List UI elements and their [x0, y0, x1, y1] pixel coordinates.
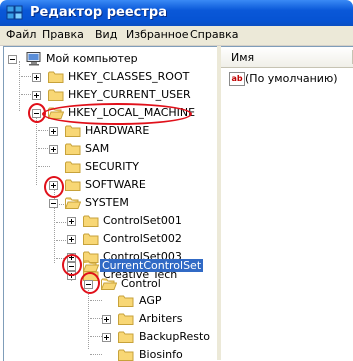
expand-icon[interactable] [67, 235, 76, 244]
highlight-circle [62, 254, 82, 276]
tree-node-label[interactable]: HARDWARE [83, 124, 151, 137]
tree-node-my-computer[interactable]: Мой компьютер [4, 51, 204, 67]
window-title: Редактор реестра [30, 5, 167, 20]
tree-node-hkey-classes-root[interactable]: HKEY_CLASSES_ROOT [4, 69, 204, 85]
tree-node-hkey-current-user[interactable]: HKEY_CURRENT_USER [4, 87, 204, 103]
folder-icon [48, 89, 64, 101]
column-header-label: Имя [231, 51, 255, 64]
expand-icon[interactable] [49, 145, 58, 154]
tree-node-label[interactable]: BackupResto [137, 330, 212, 343]
tree-node-label[interactable]: Control [119, 277, 163, 290]
menu-bar: Файл Правка Вид Избранное Справка [0, 26, 353, 46]
menu-view[interactable]: Вид [95, 28, 117, 41]
tree-node-label[interactable]: ControlSet002 [101, 232, 184, 245]
tree-node-hardware[interactable]: HARDWARE [4, 123, 204, 139]
menu-help[interactable]: Справка [190, 28, 238, 41]
expand-icon[interactable] [49, 127, 58, 136]
tree-node-agp[interactable]: AGP [4, 293, 204, 309]
highlight-circle [44, 176, 64, 198]
folder-icon [65, 143, 81, 155]
folder-icon [48, 71, 64, 83]
value-name[interactable]: (По умолчанию) [245, 72, 338, 85]
folder-icon [118, 313, 134, 325]
folder-icon [83, 233, 99, 245]
folder-open-icon [83, 260, 99, 272]
tree-node-controlset001[interactable]: ControlSet001 [4, 213, 204, 229]
string-value-icon: ab [229, 72, 245, 86]
tree-node-currentcontrolset[interactable]: CurrentControlSet [4, 258, 204, 274]
tree-node-label[interactable]: ControlSet001 [101, 214, 184, 227]
expand-icon[interactable] [32, 73, 41, 82]
tree-node-label[interactable]: HKEY_CLASSES_ROOT [66, 70, 191, 83]
tree-node-label[interactable]: Biosinfo [137, 348, 185, 361]
computer-icon [26, 52, 41, 66]
column-header-name[interactable]: Имя [221, 47, 353, 68]
expand-icon[interactable] [67, 217, 76, 226]
folder-icon [118, 331, 134, 343]
collapse-icon[interactable] [49, 199, 58, 208]
folder-icon [65, 161, 81, 173]
tree-node-arbiters[interactable]: Arbiters [4, 311, 204, 327]
tree-node-label[interactable]: HKEY_CURRENT_USER [66, 88, 193, 101]
registry-editor-icon [6, 5, 23, 20]
tree-node-control[interactable]: Control [4, 276, 204, 292]
tree-node-label[interactable]: AGP [137, 294, 164, 307]
collapse-icon[interactable] [8, 55, 17, 64]
tree-node-label[interactable]: SAM [83, 142, 111, 155]
tree-node-system[interactable]: SYSTEM [4, 195, 204, 211]
menu-favorites[interactable]: Избранное [126, 28, 188, 41]
folder-icon [118, 349, 134, 361]
folder-icon [65, 179, 81, 191]
folder-open-icon [65, 197, 81, 209]
title-bar: Редактор реестра [0, 0, 353, 26]
tree-node-backuprestore[interactable]: BackupResto [4, 329, 217, 345]
menu-edit[interactable]: Правка [42, 28, 84, 41]
folder-icon [118, 295, 134, 307]
tree-node-controlset002[interactable]: ControlSet002 [4, 231, 204, 247]
tree-node-security[interactable]: SECURITY [4, 159, 204, 175]
tree-node-label[interactable]: Мой компьютер [44, 52, 140, 65]
tree-node-label[interactable]: SECURITY [83, 160, 141, 173]
folder-open-icon [101, 278, 117, 290]
highlight-circle [28, 103, 46, 123]
tree-node-label[interactable]: Arbiters [137, 312, 184, 325]
tree-node-biosinfo[interactable]: Biosinfo [4, 347, 204, 361]
expand-icon[interactable] [102, 315, 111, 324]
highlight-oval [42, 103, 192, 125]
tree-node-label[interactable]: SOFTWARE [83, 178, 148, 191]
highlight-circle [80, 272, 100, 294]
tree-node-sam[interactable]: SAM [4, 141, 204, 157]
values-list[interactable]: Имя ab (По умолчанию) [221, 46, 353, 361]
registry-tree[interactable]: Мой компьютер HKEY_CLASSES_ROOT HKEY_CUR… [3, 46, 217, 361]
menu-file[interactable]: Файл [6, 28, 36, 41]
tree-node-software[interactable]: SOFTWARE [4, 177, 204, 193]
expand-icon[interactable] [32, 91, 41, 100]
tree-node-label-selected[interactable]: CurrentControlSet [100, 259, 204, 272]
folder-icon [83, 215, 99, 227]
expand-icon[interactable] [102, 333, 111, 342]
folder-icon [65, 125, 81, 137]
tree-node-label[interactable]: SYSTEM [83, 196, 131, 209]
